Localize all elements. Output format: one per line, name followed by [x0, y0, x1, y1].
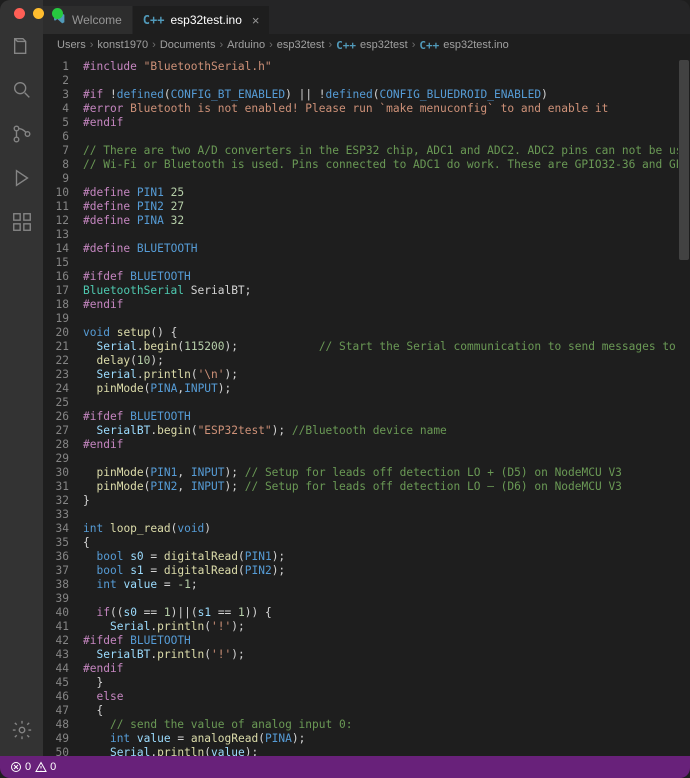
- vertical-scrollbar[interactable]: [678, 56, 690, 756]
- tab-esp32test[interactable]: C++ esp32test.ino ×: [133, 6, 271, 34]
- code-area[interactable]: #include "BluetoothSerial.h"#if !defined…: [83, 56, 678, 756]
- editor[interactable]: 1234567891011121314151617181920212223242…: [43, 56, 690, 756]
- line-number-gutter: 1234567891011121314151617181920212223242…: [43, 56, 83, 756]
- cpp-file-icon: C++: [143, 13, 165, 27]
- cpp-symbol-icon: C++: [419, 39, 439, 52]
- settings-gear-icon[interactable]: [10, 718, 34, 742]
- tab-bar: Welcome C++ esp32test.ino ×: [43, 0, 690, 34]
- activity-bar: [0, 0, 43, 756]
- close-window-dot[interactable]: [14, 8, 25, 19]
- window-traffic-lights[interactable]: [14, 8, 63, 19]
- cpp-file-icon: C++: [336, 39, 356, 52]
- status-errors[interactable]: 0: [10, 761, 31, 773]
- crumb-file[interactable]: esp32test: [360, 39, 408, 51]
- status-bar: 0 0: [0, 756, 690, 778]
- crumb-segment[interactable]: konst1970: [97, 39, 148, 51]
- run-debug-icon[interactable]: [10, 166, 34, 190]
- breadcrumb[interactable]: Users› konst1970› Documents› Arduino› es…: [43, 34, 690, 56]
- crumb-segment[interactable]: Users: [57, 39, 86, 51]
- maximize-window-dot[interactable]: [52, 8, 63, 19]
- extensions-icon[interactable]: [10, 210, 34, 234]
- crumb-segment[interactable]: esp32test: [277, 39, 325, 51]
- crumb-symbol[interactable]: esp32test.ino: [443, 39, 508, 51]
- scrollbar-thumb[interactable]: [679, 60, 689, 260]
- explorer-icon[interactable]: [10, 34, 34, 58]
- tab-label: Welcome: [72, 13, 122, 27]
- source-control-icon[interactable]: [10, 122, 34, 146]
- search-icon[interactable]: [10, 78, 34, 102]
- close-icon[interactable]: ×: [252, 13, 260, 28]
- minimize-window-dot[interactable]: [33, 8, 44, 19]
- crumb-segment[interactable]: Arduino: [227, 39, 265, 51]
- crumb-segment[interactable]: Documents: [160, 39, 216, 51]
- status-warnings[interactable]: 0: [35, 761, 56, 773]
- tab-label: esp32test.ino: [170, 13, 241, 27]
